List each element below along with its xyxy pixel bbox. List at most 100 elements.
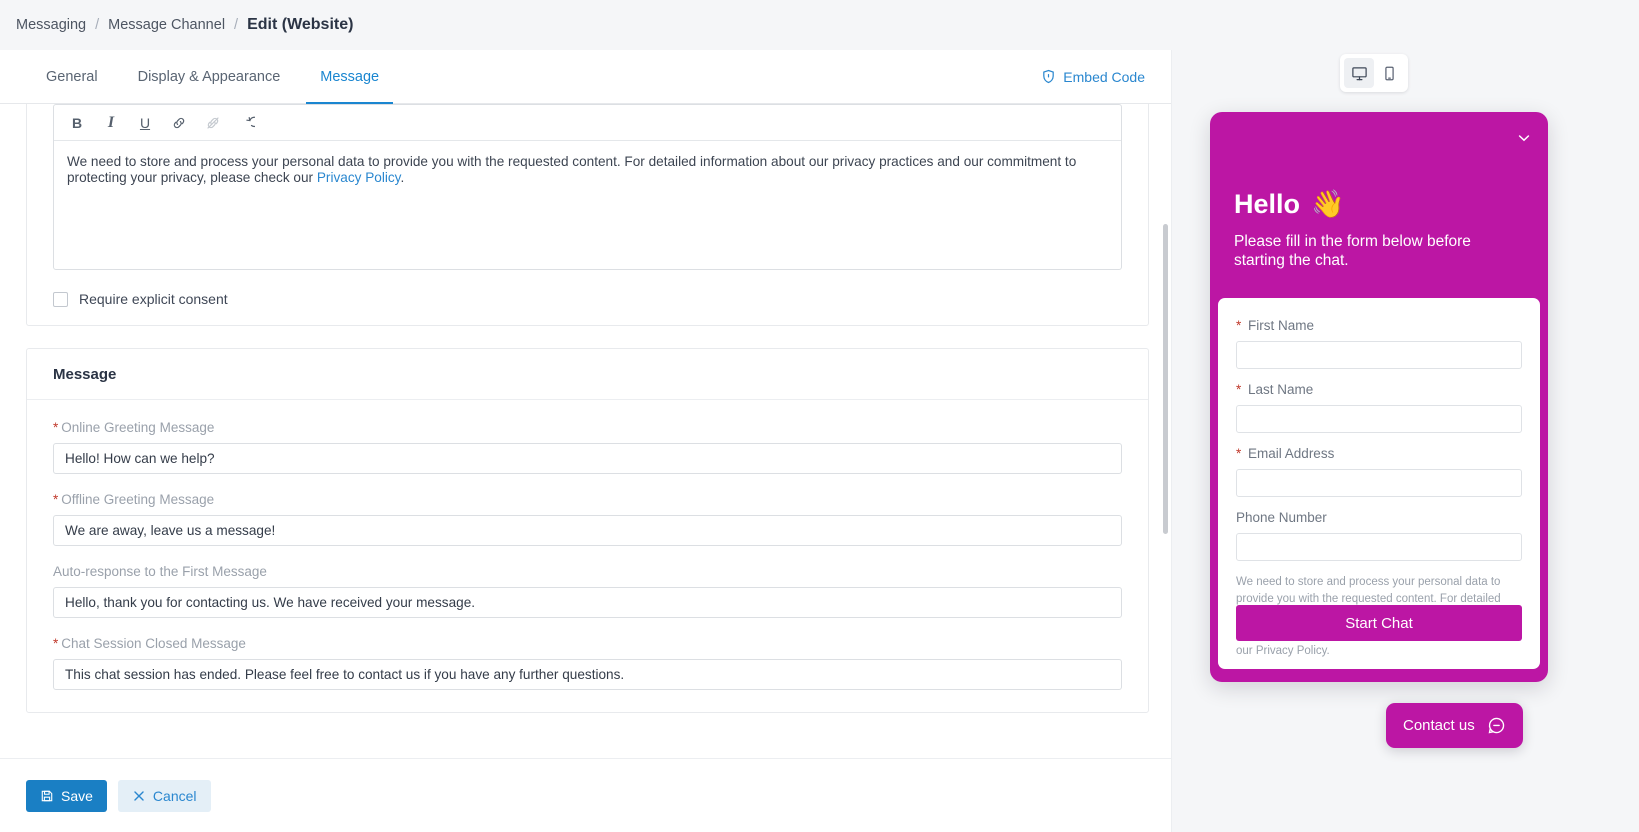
widget-last-name-input[interactable] [1236,405,1522,433]
underline-icon[interactable]: U [130,109,160,137]
consent-card: B I U We need to store and process your … [26,104,1149,326]
widget-first-name-input[interactable] [1236,341,1522,369]
preview-panel: Hello 👋 Please fill in the form below be… [1172,50,1639,832]
widget-phone-label: Phone Number [1236,510,1327,525]
required-asterisk: * [1236,382,1242,397]
required-asterisk: * [1236,446,1242,461]
require-consent-checkbox[interactable] [53,291,68,307]
privacy-policy-link[interactable]: Privacy Policy [317,170,401,185]
field-auto-response: Auto-response to the First Message [53,564,1122,618]
widget-field-last-name: * Last Name [1236,382,1522,433]
message-card-title: Message [27,349,1148,400]
save-button[interactable]: Save [26,779,107,812]
body-split: General Display & Appearance Message Emb… [0,50,1639,832]
bold-icon[interactable]: B [62,109,92,137]
field-online-greeting: * Online Greeting Message [53,420,1122,474]
chevron-down-icon [1518,135,1530,142]
underline-glyph: U [139,114,151,131]
required-asterisk: * [53,492,59,507]
settings-panel: General Display & Appearance Message Emb… [0,50,1172,832]
widget-field-first-name: * First Name [1236,318,1522,369]
undo-glyph [246,116,255,127]
chat-bubble-icon [1488,717,1504,734]
field-offline-greeting-label-text: Offline Greeting Message [61,492,215,507]
breadcrumb-separator-2: / [234,17,239,33]
cancel-button-label: Cancel [152,787,197,804]
tab-bar: General Display & Appearance Message Emb… [0,50,1171,104]
start-chat-button[interactable]: Start Chat [1236,605,1522,641]
widget-phone-input[interactable] [1236,533,1522,561]
save-button-label: Save [61,787,93,804]
waving-hand-icon: 👋 [1311,189,1345,219]
required-asterisk: * [53,420,59,435]
widget-last-name-label-text: Last Name [1248,382,1314,397]
breadcrumb-message-channel[interactable]: Message Channel [108,17,225,33]
device-mobile-button[interactable] [1374,58,1404,88]
device-toggle [1340,54,1408,92]
device-desktop-button[interactable] [1344,58,1374,88]
shield-icon [1043,69,1055,84]
breadcrumb: Messaging / Message Channel / Edit (Webs… [0,0,1639,50]
widget-form: * First Name * Last Name * Email Address… [1218,298,1540,669]
widget-collapse-button[interactable] [1514,128,1534,148]
message-card-fields: *Online Greeting Message *Offline Greeti… [27,400,1148,712]
auto-response-input[interactable] [53,587,1122,618]
contact-us-label: Contact us [1403,717,1475,734]
breadcrumb-messaging[interactable]: Messaging [16,17,86,33]
chat-widget-preview: Hello 👋 Please fill in the form below be… [1210,112,1548,682]
offline-greeting-input[interactable] [53,515,1122,546]
online-greeting-input[interactable] [53,443,1122,474]
mobile-icon [1384,66,1394,80]
field-offline-greeting-label: * Offline Greeting Message [53,492,1122,507]
require-consent-label: Require explicit consent [79,291,228,307]
widget-last-name-label: * Last Name [1236,382,1522,397]
embed-code-label: Embed Code [1063,68,1145,85]
save-icon [41,790,53,801]
widget-field-email: * Email Address [1236,446,1522,497]
field-offline-greeting: * Offline Greeting Message [53,492,1122,546]
chat-closed-input[interactable] [53,659,1122,690]
field-auto-response-label: Auto-response to the First Message [53,564,267,579]
desktop-icon [1351,66,1367,80]
require-consent-row[interactable]: Require explicit consent [53,291,1148,307]
consent-text-part-1: We need to store and process your person… [67,154,1077,185]
embed-code-link[interactable]: Embed Code [1041,50,1149,103]
field-online-greeting-label-text: Online Greeting Message [61,420,215,435]
consent-text-body[interactable]: We need to store and process your person… [54,141,1121,269]
rich-text-editor: B I U We need to store and process your … [53,104,1122,270]
widget-email-label: * Email Address [1236,446,1522,461]
editor-toolbar: B I U [54,105,1121,141]
widget-email-input[interactable] [1236,469,1522,497]
consent-text-part-2: . [400,169,405,185]
widget-field-phone: Phone Number [1236,510,1522,561]
cancel-button[interactable]: Cancel [117,779,211,812]
link-glyph [173,117,185,128]
scrollbar-thumb[interactable] [1163,224,1168,534]
widget-first-name-label-text: First Name [1248,318,1315,333]
field-chat-closed: * Chat Session Closed Message [53,636,1122,690]
form-actions: Save Cancel [0,758,1171,832]
tab-message[interactable]: Message [300,50,399,104]
link-icon[interactable] [164,109,194,137]
required-asterisk: * [53,636,59,651]
widget-title-text: Hello [1234,189,1301,219]
field-chat-closed-label: * Chat Session Closed Message [53,636,1122,651]
undo-icon[interactable] [232,109,262,137]
widget-subtitle: Please fill in the form below before sta… [1234,232,1471,270]
required-asterisk: * [1236,318,1242,333]
tab-display-appearance[interactable]: Display & Appearance [118,50,301,103]
app-root: Messaging / Message Channel / Edit (Webs… [0,0,1639,832]
page-title: Edit (Website) [247,16,354,33]
italic-icon[interactable]: I [96,109,126,137]
unlink-icon [198,109,228,137]
close-icon [134,790,144,801]
field-chat-closed-label-text: Chat Session Closed Message [61,636,246,651]
widget-header: Hello 👋 Please fill in the form below be… [1210,112,1548,270]
widget-first-name-label: * First Name [1236,318,1522,333]
widget-email-label-text: Email Address [1248,446,1335,461]
tab-general[interactable]: General [26,50,118,103]
message-card: Message *Online Greeting Message *Offlin… [26,348,1149,713]
unlink-glyph [207,116,219,129]
settings-scroll-area[interactable]: B I U We need to store and process your … [0,104,1171,758]
contact-us-launcher[interactable]: Contact us [1386,703,1523,748]
